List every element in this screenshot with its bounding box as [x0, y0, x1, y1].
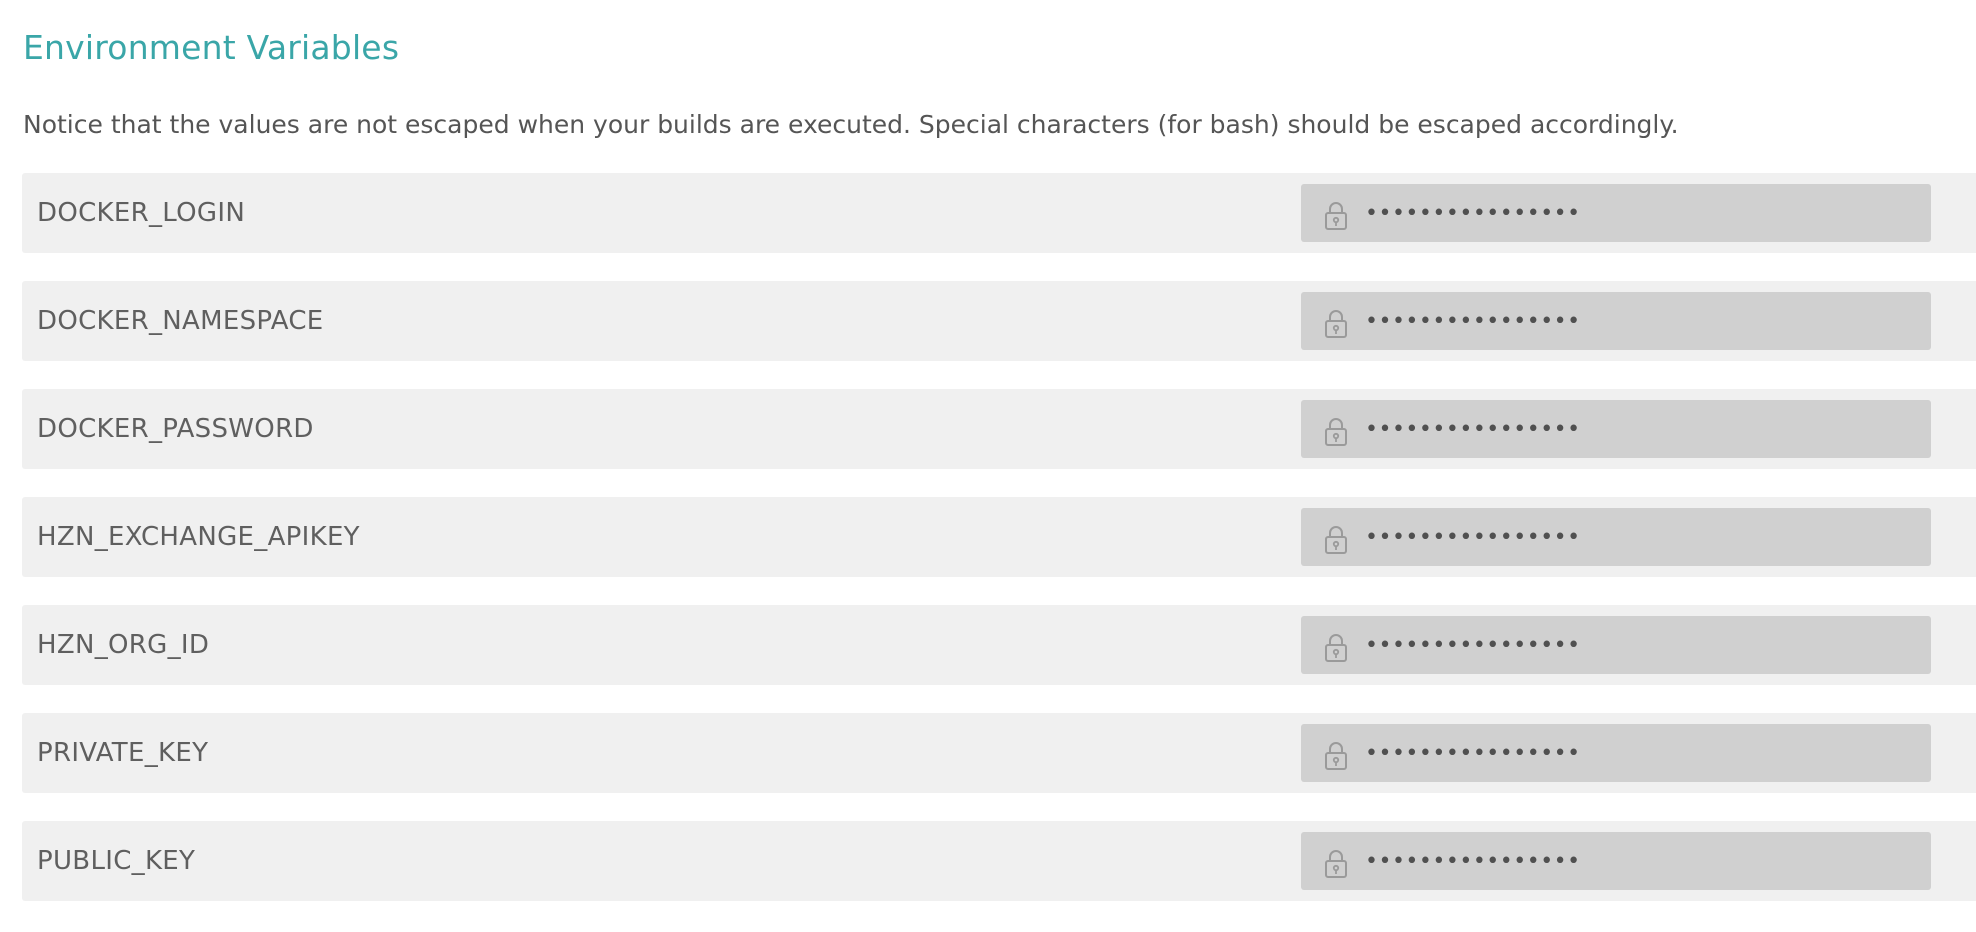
env-variable-name: DOCKER_LOGIN — [37, 198, 246, 228]
env-variable-name: HZN_EXCHANGE_APIKEY — [37, 522, 360, 552]
masked-value: •••••••••••••••• — [1365, 741, 1581, 766]
env-variable-value-field[interactable]: •••••••••••••••• — [1301, 184, 1931, 242]
env-variable-row[interactable]: HZN_EXCHANGE_APIKEY •••••••••••••••• — [22, 497, 1976, 577]
lock-icon — [1325, 310, 1347, 338]
env-variable-name: DOCKER_PASSWORD — [37, 414, 314, 444]
env-variable-row[interactable]: PUBLIC_KEY •••••••••••••••• — [22, 821, 1976, 901]
section-title: Environment Variables — [23, 28, 400, 67]
env-variable-name: DOCKER_NAMESPACE — [37, 306, 324, 336]
masked-value: •••••••••••••••• — [1365, 849, 1581, 874]
lock-icon — [1325, 634, 1347, 662]
env-variable-value-field[interactable]: •••••••••••••••• — [1301, 292, 1931, 350]
env-variable-row[interactable]: HZN_ORG_ID •••••••••••••••• — [22, 605, 1976, 685]
env-variable-row[interactable]: PRIVATE_KEY •••••••••••••••• — [22, 713, 1976, 793]
env-variable-name: PUBLIC_KEY — [37, 846, 196, 876]
env-variable-list: DOCKER_LOGIN •••••••••••••••• DOCKER_NAM… — [22, 173, 1976, 929]
env-variable-value-field[interactable]: •••••••••••••••• — [1301, 400, 1931, 458]
masked-value: •••••••••••••••• — [1365, 633, 1581, 658]
env-variable-row[interactable]: DOCKER_LOGIN •••••••••••••••• — [22, 173, 1976, 253]
masked-value: •••••••••••••••• — [1365, 309, 1581, 334]
lock-icon — [1325, 526, 1347, 554]
env-variable-row[interactable]: DOCKER_PASSWORD •••••••••••••••• — [22, 389, 1976, 469]
env-variable-value-field[interactable]: •••••••••••••••• — [1301, 832, 1931, 890]
lock-icon — [1325, 418, 1347, 446]
masked-value: •••••••••••••••• — [1365, 525, 1581, 550]
masked-value: •••••••••••••••• — [1365, 417, 1581, 442]
escape-notice: Notice that the values are not escaped w… — [23, 110, 1679, 139]
lock-icon — [1325, 202, 1347, 230]
lock-icon — [1325, 742, 1347, 770]
env-variable-value-field[interactable]: •••••••••••••••• — [1301, 616, 1931, 674]
environment-variables-panel: Environment Variables Notice that the va… — [0, 0, 1976, 932]
masked-value: •••••••••••••••• — [1365, 201, 1581, 226]
env-variable-name: HZN_ORG_ID — [37, 630, 210, 660]
env-variable-value-field[interactable]: •••••••••••••••• — [1301, 724, 1931, 782]
lock-icon — [1325, 850, 1347, 878]
env-variable-value-field[interactable]: •••••••••••••••• — [1301, 508, 1931, 566]
env-variable-name: PRIVATE_KEY — [37, 738, 209, 768]
env-variable-row[interactable]: DOCKER_NAMESPACE •••••••••••••••• — [22, 281, 1976, 361]
